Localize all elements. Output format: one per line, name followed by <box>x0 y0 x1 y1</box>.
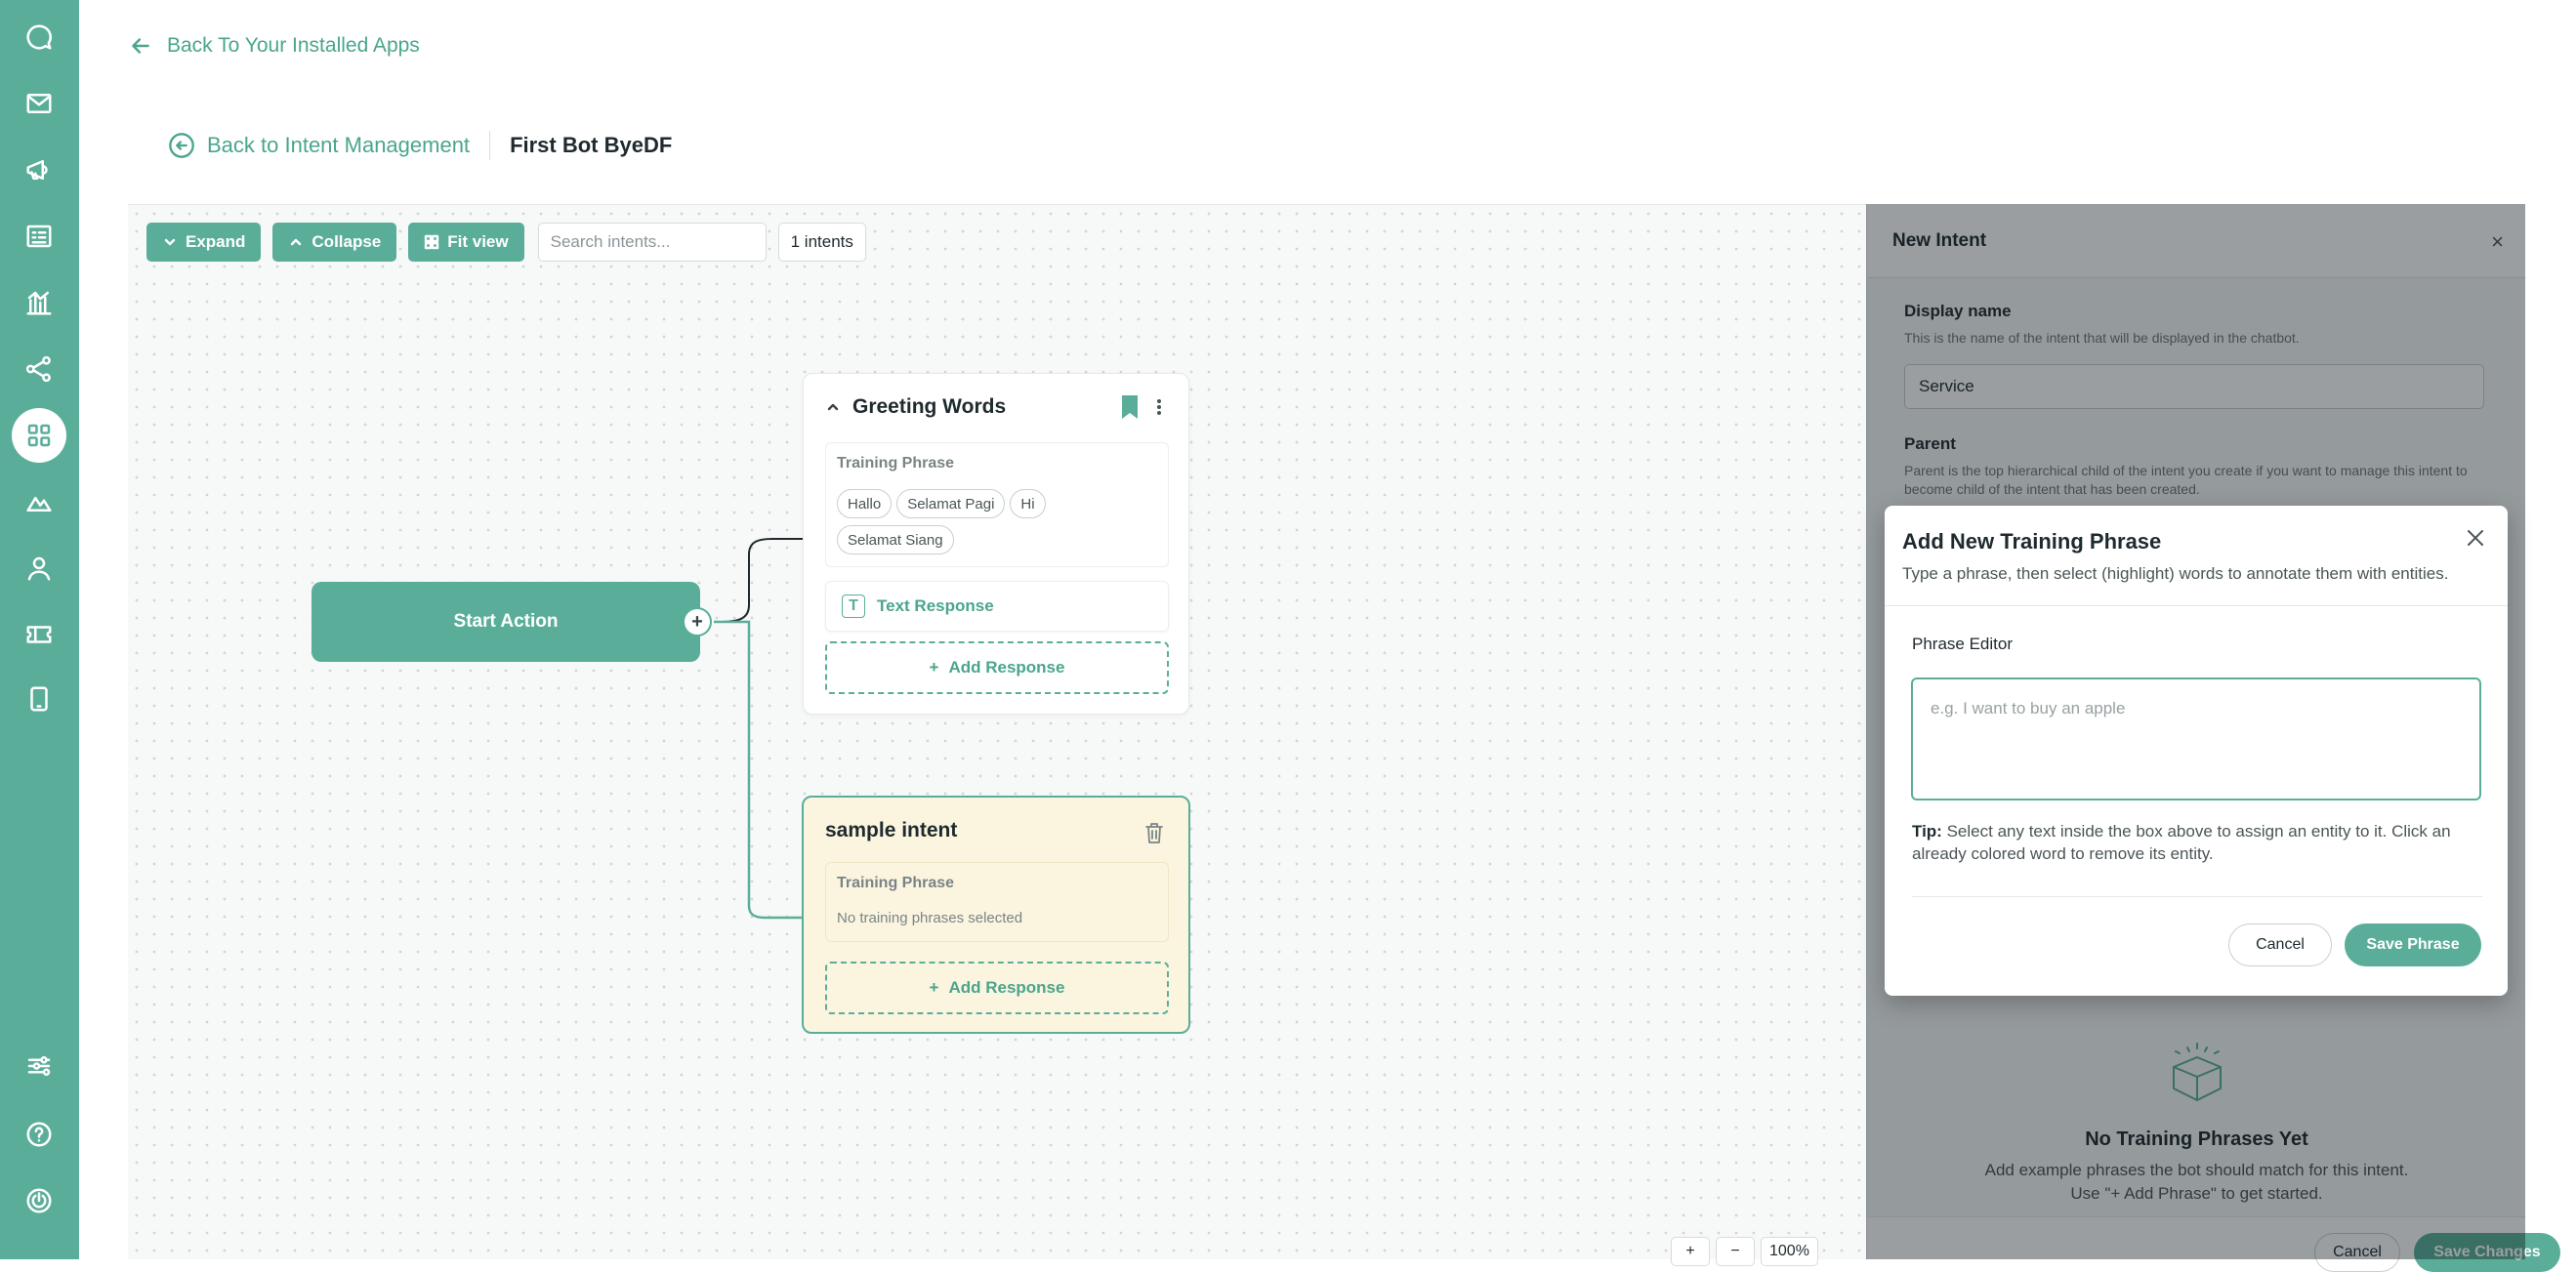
power-icon[interactable] <box>20 1181 59 1220</box>
start-action-label: Start Action <box>453 611 559 632</box>
plus-icon: + <box>929 658 939 677</box>
back-to-apps-label: Back To Your Installed Apps <box>167 34 420 57</box>
phrase-chip[interactable]: Hallo <box>837 489 893 518</box>
zoom-out-button[interactable]: − <box>1716 1237 1755 1266</box>
megaphone-icon[interactable] <box>20 150 59 189</box>
add-node-button[interactable]: + <box>683 607 712 636</box>
card-header: Greeting Words <box>825 395 1006 419</box>
save-phrase-button[interactable]: Save Phrase <box>2345 923 2481 966</box>
text-response-row[interactable]: T Text Response <box>825 581 1169 632</box>
bot-name: First Bot ByeDF <box>510 133 673 157</box>
back-to-intents-label: Back to Intent Management <box>207 133 471 157</box>
more-options-icon[interactable] <box>1156 395 1162 419</box>
chevron-up-icon <box>291 238 302 246</box>
collapse-label: Collapse <box>312 232 382 251</box>
help-icon[interactable] <box>20 1115 59 1154</box>
phrase-chip[interactable]: Selamat Siang <box>837 525 954 554</box>
modal-divider <box>1885 605 2508 606</box>
zoom-level[interactable]: 100% <box>1761 1237 1818 1266</box>
collapse-button[interactable]: Collapse <box>272 223 397 262</box>
phrase-editor-input[interactable] <box>1911 677 2481 800</box>
breadcrumb: Back to Intent Management First Bot ByeD… <box>168 129 672 162</box>
flow-canvas[interactable]: Expand Collapse Fit view 1 intents Start… <box>128 204 1866 1266</box>
user-icon[interactable] <box>20 549 59 588</box>
phrase-chip[interactable]: Hi <box>1010 489 1046 518</box>
circle-arrow-left-icon <box>169 133 194 158</box>
add-response-button[interactable]: + Add Response <box>825 641 1169 694</box>
breadcrumb-divider <box>489 131 491 160</box>
fit-view-label: Fit view <box>447 232 509 251</box>
phrase-editor-label: Phrase Editor <box>1912 635 2013 653</box>
cancel-button[interactable]: Cancel <box>2228 923 2332 966</box>
share-nodes-icon[interactable] <box>20 349 59 389</box>
card-header: sample intent <box>825 819 957 842</box>
modal-footer-divider <box>1912 896 2482 897</box>
card-title: Greeting Words <box>852 395 1007 418</box>
intent-card-greeting-words[interactable]: Greeting Words Training Phrase Hallo Sel… <box>803 373 1189 715</box>
connector-greeting <box>713 538 803 623</box>
chevron-up-icon[interactable] <box>825 399 841 415</box>
training-phrase-label: Training Phrase <box>837 875 955 891</box>
fit-view-button[interactable]: Fit view <box>408 223 524 262</box>
connector-lines <box>713 538 803 920</box>
analytics-icon[interactable] <box>20 283 59 322</box>
text-response-label: Text Response <box>877 596 994 615</box>
trash-icon[interactable] <box>1143 821 1165 844</box>
tip-body: Select any text inside the box above to … <box>1912 822 2451 863</box>
tip-label: Tip: <box>1912 822 1942 841</box>
add-response-label: Add Response <box>948 658 1065 677</box>
expand-label: Expand <box>186 232 246 251</box>
back-to-intents-link[interactable]: Back to Intent Management <box>168 132 470 159</box>
empty-training-text: No training phrases selected <box>837 910 1023 926</box>
text-type-icon: T <box>842 595 865 618</box>
apps-grid-icon[interactable] <box>12 408 66 463</box>
canvas-toolbar: Expand Collapse Fit view 1 intents <box>146 223 866 262</box>
chat-icon[interactable] <box>20 18 59 57</box>
card-title: sample intent <box>825 819 958 841</box>
expand-button[interactable]: Expand <box>146 223 262 262</box>
mail-icon[interactable] <box>20 84 59 123</box>
zoom-controls: + − 100% <box>1671 1237 1818 1266</box>
add-training-phrase-modal: Add New Training Phrase Type a phrase, t… <box>1885 506 2508 996</box>
start-action-node[interactable]: Start Action <box>312 582 700 662</box>
intent-count-badge: 1 intents <box>777 223 866 262</box>
intent-card-sample-intent[interactable]: sample intent Training Phrase No trainin… <box>802 796 1190 1034</box>
grid-icon <box>425 234 439 250</box>
arrow-left-icon <box>132 38 149 54</box>
add-response-label: Add Response <box>948 978 1065 997</box>
modal-title: Add New Training Phrase <box>1902 529 2162 554</box>
sidebar <box>0 0 79 1259</box>
tip-text: Tip: Select any text inside the box abov… <box>1912 820 2482 865</box>
zoom-in-button[interactable]: + <box>1671 1237 1710 1266</box>
add-response-button[interactable]: + Add Response <box>825 962 1169 1014</box>
settings-sliders-icon[interactable] <box>20 1046 59 1086</box>
landscape-icon[interactable] <box>20 482 59 521</box>
back-to-apps-link[interactable]: Back To Your Installed Apps <box>128 33 420 59</box>
connector-sample <box>714 620 802 920</box>
close-icon[interactable] <box>2465 527 2486 549</box>
chevron-down-icon <box>164 238 176 246</box>
ticket-icon[interactable] <box>20 615 59 654</box>
plus-icon: + <box>929 978 939 997</box>
training-phrase-label: Training Phrase <box>837 455 955 472</box>
phrase-chip[interactable]: Selamat Pagi <box>896 489 1006 518</box>
modal-subtitle: Type a phrase, then select (highlight) w… <box>1902 564 2449 583</box>
training-phrase-box: Training Phrase Hallo Selamat Pagi Hi Se… <box>825 442 1169 567</box>
mobile-icon[interactable] <box>20 679 59 718</box>
phrase-chips: Hallo Selamat Pagi Hi Selamat Siang <box>837 489 1159 554</box>
contact-card-icon[interactable] <box>20 217 59 256</box>
bookmark-icon[interactable] <box>1120 394 1140 420</box>
training-phrase-box: Training Phrase No training phrases sele… <box>825 862 1169 942</box>
search-intents-input[interactable] <box>537 223 767 262</box>
